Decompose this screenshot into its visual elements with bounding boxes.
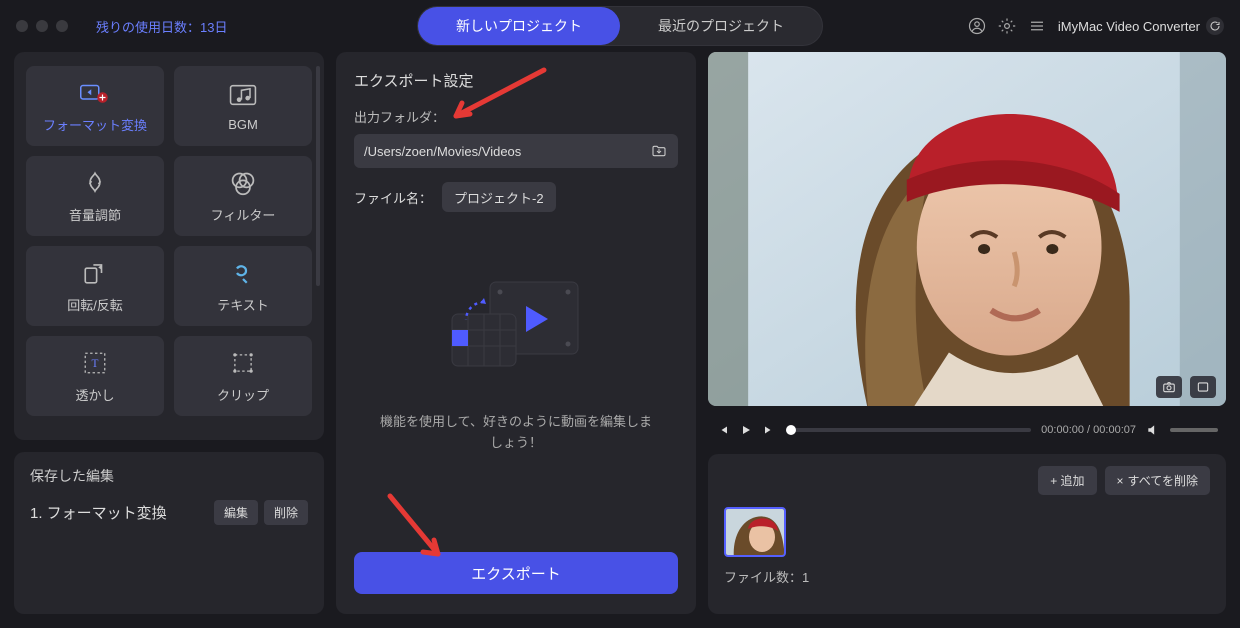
output-folder-path: /Users/zoen/Movies/Videos — [364, 144, 642, 159]
tool-convert[interactable]: フォーマット変換 — [26, 66, 164, 146]
menu-icon[interactable] — [1028, 17, 1046, 35]
filename-value: プロジェクト-2 — [454, 188, 544, 207]
add-file-button[interactable]: + 追加 — [1038, 466, 1096, 495]
volume-icon[interactable] — [1146, 423, 1160, 437]
export-settings-panel: エクスポート設定 出力フォルダ： /Users/zoen/Movies/Vide… — [336, 52, 696, 614]
zoom-dot[interactable] — [56, 20, 68, 32]
fullscreen-button[interactable] — [1190, 376, 1216, 398]
export-caption: 機能を使用して、好きのように動画を編集しましょう！ — [354, 412, 678, 454]
minimize-dot[interactable] — [36, 20, 48, 32]
video-preview — [708, 52, 1226, 406]
output-folder-label: 出力フォルダ： — [354, 107, 678, 126]
text-icon — [231, 259, 255, 287]
settings-icon[interactable] — [998, 17, 1016, 35]
tool-text[interactable]: テキスト — [174, 246, 312, 326]
file-panel: + 追加 × すべてを削除 ファイル数：1 — [708, 454, 1226, 614]
saved-edits-title: 保存した編集 — [30, 466, 308, 486]
tool-label: クリップ — [217, 385, 269, 404]
saved-edits-panel: 保存した編集 1. フォーマット変換 編集 削除 — [14, 452, 324, 614]
watermark-icon: T — [82, 349, 108, 377]
trial-remaining-text: 残りの使用日数：13日 — [96, 17, 227, 36]
tool-watermark[interactable]: T 透かし — [26, 336, 164, 416]
time-current: 00:00:00 — [1041, 424, 1084, 436]
export-illustration — [354, 252, 678, 412]
tool-label: フォーマット変換 — [43, 115, 147, 134]
time-total: 00:00:07 — [1093, 424, 1136, 436]
tool-label: 回転/反転 — [67, 295, 123, 314]
project-tabs: 新しいプロジェクト 最近のプロジェクト — [417, 6, 823, 46]
rotate-icon — [82, 259, 108, 287]
filename-label: ファイル名： — [354, 188, 432, 207]
output-folder-field[interactable]: /Users/zoen/Movies/Videos — [354, 134, 678, 168]
tool-crop[interactable]: クリップ — [174, 336, 312, 416]
filter-icon — [229, 169, 257, 197]
export-settings-title: エクスポート設定 — [354, 70, 678, 91]
delete-all-label: すべてを削除 — [1128, 472, 1198, 489]
saved-delete-button[interactable]: 削除 — [264, 500, 308, 525]
convert-icon — [80, 79, 110, 107]
play-button[interactable] — [740, 424, 752, 436]
delete-all-x-icon: × — [1117, 474, 1124, 488]
tool-label: BGM — [228, 117, 258, 132]
progress-bar[interactable] — [786, 428, 1031, 432]
app-name-label: iMyMac Video Converter — [1058, 17, 1224, 35]
folder-browse-icon[interactable] — [650, 143, 668, 159]
tool-label: 透かし — [75, 385, 114, 404]
tool-rotate[interactable]: 回転/反転 — [26, 246, 164, 326]
saved-edit-button[interactable]: 編集 — [214, 500, 258, 525]
preview-image — [708, 52, 1226, 406]
tool-filter[interactable]: フィルター — [174, 156, 312, 236]
tool-label: 音量調節 — [69, 205, 121, 224]
app-refresh-icon[interactable] — [1206, 17, 1224, 35]
filename-field[interactable]: プロジェクト-2 — [442, 182, 556, 212]
saved-edit-name: 1. フォーマット変換 — [30, 502, 167, 523]
tab-new-project[interactable]: 新しいプロジェクト — [418, 7, 620, 45]
svg-text:T: T — [92, 358, 99, 370]
volume-icon — [82, 169, 108, 197]
window-controls[interactable] — [16, 20, 68, 32]
close-dot[interactable] — [16, 20, 28, 32]
tools-panel: フォーマット変換 BGM 音量調節 フィルター回転/反転 テキスト T 透かし クリップ — [14, 52, 324, 440]
tool-label: テキスト — [217, 295, 269, 314]
progress-knob[interactable] — [786, 425, 796, 435]
bgm-icon — [229, 81, 257, 109]
snapshot-button[interactable] — [1156, 376, 1182, 398]
tool-bgm[interactable]: BGM — [174, 66, 312, 146]
player-transport: 00:00:00 / 00:00:07 — [708, 416, 1226, 444]
next-button[interactable] — [762, 424, 776, 436]
export-button[interactable]: エクスポート — [354, 552, 678, 594]
account-icon[interactable] — [968, 17, 986, 35]
tools-scrollbar[interactable] — [316, 66, 320, 286]
file-thumbnail[interactable] — [724, 507, 786, 557]
tab-recent-projects[interactable]: 最近のプロジェクト — [620, 7, 822, 45]
prev-button[interactable] — [716, 424, 730, 436]
app-name-text: iMyMac Video Converter — [1058, 19, 1200, 34]
delete-all-button[interactable]: × すべてを削除 — [1105, 466, 1210, 495]
timecode: 00:00:00 / 00:00:07 — [1041, 424, 1136, 436]
volume-slider[interactable] — [1170, 428, 1218, 432]
file-count-label: ファイル数：1 — [724, 567, 1210, 586]
tool-label: フィルター — [211, 205, 276, 224]
tool-volume[interactable]: 音量調節 — [26, 156, 164, 236]
crop-icon — [230, 349, 256, 377]
saved-edit-row: 1. フォーマット変換 編集 削除 — [30, 500, 308, 525]
